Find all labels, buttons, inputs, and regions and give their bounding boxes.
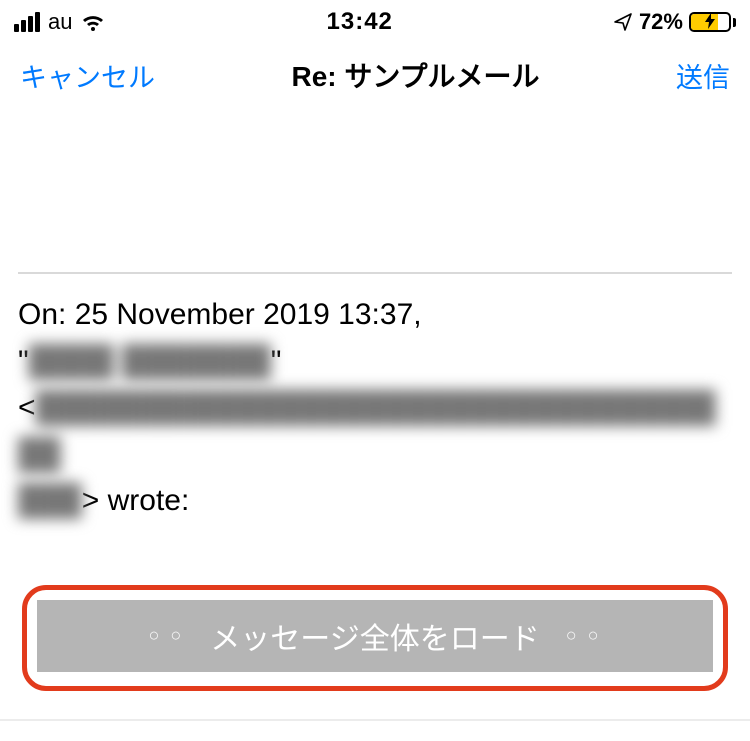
- dots-left-icon: ○ ○: [149, 625, 185, 646]
- bottom-separator: [0, 719, 750, 721]
- status-right: 72%: [613, 9, 736, 35]
- cancel-button[interactable]: キャンセル: [20, 56, 155, 95]
- location-arrow-icon: [613, 12, 633, 32]
- compose-nav-bar: キャンセル Re: サンプルメール 送信: [0, 44, 750, 106]
- status-bar: au 13:42 72%: [0, 0, 750, 44]
- quoted-header: On: 25 November 2019 13:37, "████ ██████…: [18, 292, 732, 525]
- compose-title: Re: サンプルメール: [155, 55, 676, 95]
- message-body-input[interactable]: [18, 112, 732, 272]
- cellular-signal-icon: [14, 12, 40, 32]
- quote-date-line: On: 25 November 2019 13:37,: [18, 298, 422, 331]
- load-full-message-label: メッセージ全体をロード: [210, 614, 539, 658]
- quote-wrote: > wrote:: [82, 484, 190, 517]
- compose-body: On: 25 November 2019 13:37, "████ ██████…: [0, 106, 750, 691]
- quote-email-blurred-cont: ███: [18, 484, 82, 517]
- quote-close-q: ": [271, 345, 282, 378]
- battery-percent: 72%: [639, 9, 683, 35]
- quote-sender-name-blurred: ████ ███████: [29, 345, 271, 378]
- carrier-label: au: [48, 9, 72, 35]
- quote-open-q: ": [18, 345, 29, 378]
- send-button[interactable]: 送信: [676, 56, 730, 95]
- dots-right-icon: ○ ○: [566, 625, 602, 646]
- wifi-icon: [80, 12, 106, 32]
- quote-angle-open: <: [18, 391, 36, 424]
- status-left: au: [14, 9, 106, 35]
- load-full-message-button[interactable]: ○ ○ メッセージ全体をロード ○ ○: [37, 600, 713, 672]
- quote-divider: [18, 272, 732, 274]
- clock: 13:42: [327, 8, 393, 36]
- tutorial-highlight: ○ ○ メッセージ全体をロード ○ ○: [22, 585, 728, 691]
- quote-email-blurred: ██████████████████████████████████: [18, 391, 716, 471]
- battery-icon: [689, 12, 736, 32]
- load-button-highlight-wrap: ○ ○ メッセージ全体をロード ○ ○: [18, 585, 732, 691]
